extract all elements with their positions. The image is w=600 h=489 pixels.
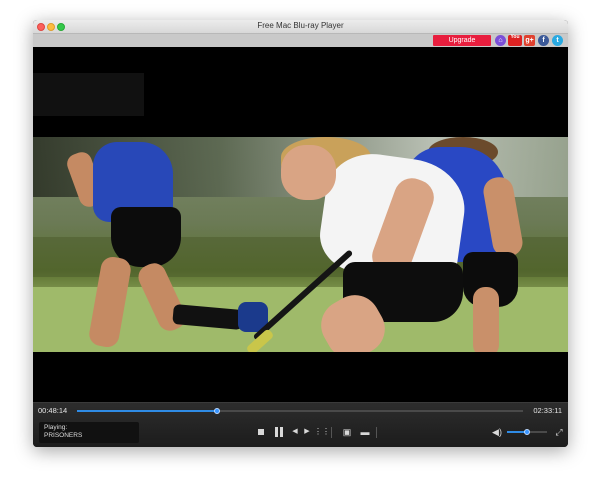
fullscreen-icon[interactable]: ⤢ <box>553 426 565 438</box>
divider <box>331 427 332 438</box>
window-title: Free Mac Blu-ray Player <box>257 21 344 30</box>
now-playing-title: PRISONERS <box>44 432 83 439</box>
seek-bar-fill <box>77 410 218 412</box>
menu-grid-icon[interactable]: ⋮⋮ <box>314 426 330 438</box>
top-toolbar: Upgrade ⌂ You g+ f t <box>33 34 568 47</box>
subtitle-overlay <box>33 73 144 116</box>
pause-button[interactable] <box>273 426 285 438</box>
facebook-icon-label: f <box>542 37 545 44</box>
player-window: Free Mac Blu-ray Player Upgrade ⌂ You g+… <box>33 20 568 447</box>
home-icon[interactable]: ⌂ <box>495 35 506 46</box>
title-bar[interactable]: Free Mac Blu-ray Player <box>33 20 568 34</box>
stop-button[interactable] <box>255 426 267 438</box>
volume-slider[interactable] <box>507 429 547 435</box>
facebook-icon[interactable]: f <box>538 35 549 46</box>
volume-slider-handle[interactable] <box>524 429 530 435</box>
youtube-icon[interactable]: You <box>508 34 522 46</box>
seek-bar-handle[interactable] <box>214 408 221 414</box>
total-time: 02:33:11 <box>533 406 562 415</box>
volume-icon[interactable]: ◀) <box>491 426 503 438</box>
now-playing-label: Playing: <box>44 424 68 431</box>
divider <box>376 427 377 438</box>
youtube-icon-label: You <box>510 34 520 40</box>
now-playing-panel: Playing: PRISONERS <box>39 422 139 443</box>
video-area[interactable]: 7 <box>33 47 568 402</box>
seek-bar[interactable] <box>77 408 523 414</box>
right-player-leg <box>473 287 499 352</box>
twitter-icon[interactable]: t <box>552 35 563 46</box>
video-frame: 7 <box>33 137 568 352</box>
open-folder-icon[interactable]: ▬ <box>359 426 371 438</box>
next-chapter-button[interactable]: ▶ <box>301 426 313 438</box>
google-plus-icon[interactable]: g+ <box>524 35 535 46</box>
current-time: 00:48:14 <box>38 406 68 415</box>
google-plus-icon-label: g+ <box>525 37 534 44</box>
twitter-icon-label: t <box>556 37 559 44</box>
previous-chapter-button[interactable]: ◀ <box>289 426 301 438</box>
center-player-face <box>281 145 336 200</box>
control-bar: 00:48:14 02:33:11 Playing: PRISONERS ◀ ▶… <box>33 402 568 447</box>
snapshot-camera-icon[interactable]: ▣ <box>341 426 353 438</box>
upgrade-button[interactable]: Upgrade <box>433 35 491 46</box>
